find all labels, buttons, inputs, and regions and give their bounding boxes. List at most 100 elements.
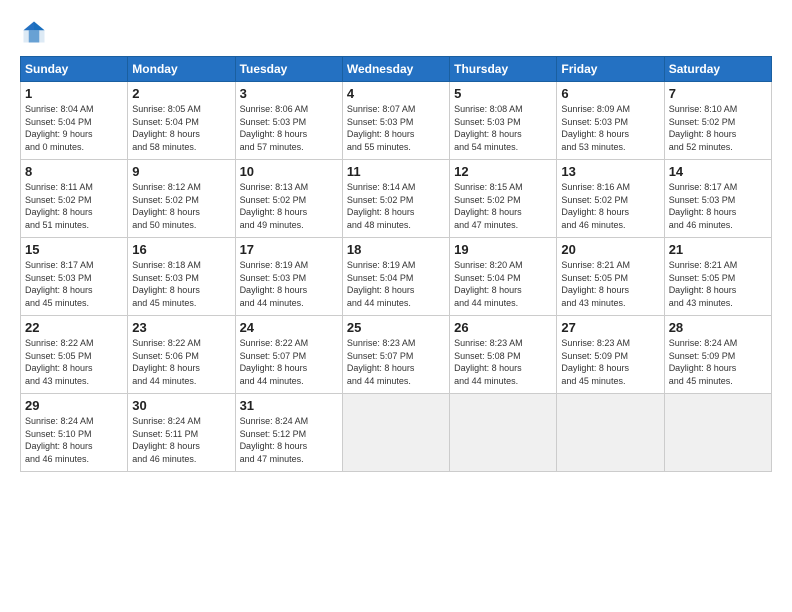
day-info: Sunrise: 8:07 AM Sunset: 5:03 PM Dayligh…	[347, 103, 445, 153]
day-info: Sunrise: 8:19 AM Sunset: 5:03 PM Dayligh…	[240, 259, 338, 309]
day-info: Sunrise: 8:24 AM Sunset: 5:09 PM Dayligh…	[669, 337, 767, 387]
day-info: Sunrise: 8:12 AM Sunset: 5:02 PM Dayligh…	[132, 181, 230, 231]
calendar-cell: 22 Sunrise: 8:22 AM Sunset: 5:05 PM Dayli…	[21, 316, 128, 394]
day-info: Sunrise: 8:22 AM Sunset: 5:05 PM Dayligh…	[25, 337, 123, 387]
calendar-cell: 23 Sunrise: 8:22 AM Sunset: 5:06 PM Dayli…	[128, 316, 235, 394]
calendar-cell: 8 Sunrise: 8:11 AM Sunset: 5:02 PM Daylig…	[21, 160, 128, 238]
day-info: Sunrise: 8:19 AM Sunset: 5:04 PM Dayligh…	[347, 259, 445, 309]
calendar-week-row: 29Sunrise: 8:24 AM Sunset: 5:10 PM Dayli…	[21, 394, 772, 472]
day-info: Sunrise: 8:05 AM Sunset: 5:04 PM Dayligh…	[132, 103, 230, 153]
day-number: 18	[347, 242, 445, 257]
calendar-cell: 18 Sunrise: 8:19 AM Sunset: 5:04 PM Dayli…	[342, 238, 449, 316]
calendar-header-row: SundayMondayTuesdayWednesdayThursdayFrid…	[21, 57, 772, 82]
day-info: Sunrise: 8:13 AM Sunset: 5:02 PM Dayligh…	[240, 181, 338, 231]
day-info: Sunrise: 8:22 AM Sunset: 5:06 PM Dayligh…	[132, 337, 230, 387]
calendar-cell: 20Sunrise: 8:21 AM Sunset: 5:05 PM Dayli…	[557, 238, 664, 316]
day-info: Sunrise: 8:17 AM Sunset: 5:03 PM Dayligh…	[25, 259, 123, 309]
day-number: 12	[454, 164, 552, 179]
day-info: Sunrise: 8:22 AM Sunset: 5:07 PM Dayligh…	[240, 337, 338, 387]
day-number: 23	[132, 320, 230, 335]
calendar-week-row: 8 Sunrise: 8:11 AM Sunset: 5:02 PM Daylig…	[21, 160, 772, 238]
calendar-week-row: 15 Sunrise: 8:17 AM Sunset: 5:03 PM Dayli…	[21, 238, 772, 316]
day-info: Sunrise: 8:04 AM Sunset: 5:04 PM Dayligh…	[25, 103, 123, 153]
calendar-table: SundayMondayTuesdayWednesdayThursdayFrid…	[20, 56, 772, 472]
day-info: Sunrise: 8:10 AM Sunset: 5:02 PM Dayligh…	[669, 103, 767, 153]
day-info: Sunrise: 8:21 AM Sunset: 5:05 PM Dayligh…	[669, 259, 767, 309]
calendar-cell: 21 Sunrise: 8:21 AM Sunset: 5:05 PM Dayli…	[664, 238, 771, 316]
day-info: Sunrise: 8:17 AM Sunset: 5:03 PM Dayligh…	[669, 181, 767, 231]
day-info: Sunrise: 8:24 AM Sunset: 5:10 PM Dayligh…	[25, 415, 123, 465]
day-info: Sunrise: 8:23 AM Sunset: 5:09 PM Dayligh…	[561, 337, 659, 387]
calendar-cell: 15 Sunrise: 8:17 AM Sunset: 5:03 PM Dayli…	[21, 238, 128, 316]
calendar-week-row: 22 Sunrise: 8:22 AM Sunset: 5:05 PM Dayli…	[21, 316, 772, 394]
day-number: 1	[25, 86, 123, 101]
day-number: 8	[25, 164, 123, 179]
day-info: Sunrise: 8:16 AM Sunset: 5:02 PM Dayligh…	[561, 181, 659, 231]
day-header-monday: Monday	[128, 57, 235, 82]
day-number: 22	[25, 320, 123, 335]
day-number: 14	[669, 164, 767, 179]
logo-icon	[20, 18, 48, 46]
calendar-page: SundayMondayTuesdayWednesdayThursdayFrid…	[0, 0, 792, 612]
calendar-week-row: 1 Sunrise: 8:04 AM Sunset: 5:04 PM Daylig…	[21, 82, 772, 160]
calendar-cell: 16 Sunrise: 8:18 AM Sunset: 5:03 PM Dayli…	[128, 238, 235, 316]
day-info: Sunrise: 8:06 AM Sunset: 5:03 PM Dayligh…	[240, 103, 338, 153]
day-number: 21	[669, 242, 767, 257]
day-number: 31	[240, 398, 338, 413]
calendar-cell: 13 Sunrise: 8:16 AM Sunset: 5:02 PM Dayli…	[557, 160, 664, 238]
calendar-cell: 29Sunrise: 8:24 AM Sunset: 5:10 PM Dayli…	[21, 394, 128, 472]
day-info: Sunrise: 8:24 AM Sunset: 5:11 PM Dayligh…	[132, 415, 230, 465]
day-info: Sunrise: 8:15 AM Sunset: 5:02 PM Dayligh…	[454, 181, 552, 231]
day-header-friday: Friday	[557, 57, 664, 82]
day-info: Sunrise: 8:09 AM Sunset: 5:03 PM Dayligh…	[561, 103, 659, 153]
day-info: Sunrise: 8:24 AM Sunset: 5:12 PM Dayligh…	[240, 415, 338, 465]
calendar-cell: 27 Sunrise: 8:23 AM Sunset: 5:09 PM Dayli…	[557, 316, 664, 394]
day-header-sunday: Sunday	[21, 57, 128, 82]
calendar-cell: 6 Sunrise: 8:09 AM Sunset: 5:03 PM Daylig…	[557, 82, 664, 160]
day-number: 9	[132, 164, 230, 179]
calendar-cell: 9 Sunrise: 8:12 AM Sunset: 5:02 PM Daylig…	[128, 160, 235, 238]
day-number: 10	[240, 164, 338, 179]
calendar-cell: 26 Sunrise: 8:23 AM Sunset: 5:08 PM Dayli…	[450, 316, 557, 394]
day-number: 13	[561, 164, 659, 179]
day-number: 11	[347, 164, 445, 179]
day-info: Sunrise: 8:14 AM Sunset: 5:02 PM Dayligh…	[347, 181, 445, 231]
day-number: 3	[240, 86, 338, 101]
day-number: 24	[240, 320, 338, 335]
header	[20, 18, 772, 46]
day-number: 7	[669, 86, 767, 101]
calendar-cell: 28 Sunrise: 8:24 AM Sunset: 5:09 PM Dayli…	[664, 316, 771, 394]
day-info: Sunrise: 8:23 AM Sunset: 5:08 PM Dayligh…	[454, 337, 552, 387]
day-number: 19	[454, 242, 552, 257]
calendar-cell: 3 Sunrise: 8:06 AM Sunset: 5:03 PM Daylig…	[235, 82, 342, 160]
day-number: 28	[669, 320, 767, 335]
day-number: 17	[240, 242, 338, 257]
day-info: Sunrise: 8:23 AM Sunset: 5:07 PM Dayligh…	[347, 337, 445, 387]
logo	[20, 18, 52, 46]
calendar-cell	[664, 394, 771, 472]
day-number: 25	[347, 320, 445, 335]
calendar-cell	[342, 394, 449, 472]
calendar-cell: 14 Sunrise: 8:17 AM Sunset: 5:03 PM Dayli…	[664, 160, 771, 238]
day-info: Sunrise: 8:20 AM Sunset: 5:04 PM Dayligh…	[454, 259, 552, 309]
day-info: Sunrise: 8:11 AM Sunset: 5:02 PM Dayligh…	[25, 181, 123, 231]
calendar-cell	[450, 394, 557, 472]
day-number: 15	[25, 242, 123, 257]
day-number: 2	[132, 86, 230, 101]
day-info: Sunrise: 8:21 AM Sunset: 5:05 PM Dayligh…	[561, 259, 659, 309]
day-number: 27	[561, 320, 659, 335]
calendar-cell	[557, 394, 664, 472]
day-info: Sunrise: 8:18 AM Sunset: 5:03 PM Dayligh…	[132, 259, 230, 309]
day-number: 26	[454, 320, 552, 335]
day-header-saturday: Saturday	[664, 57, 771, 82]
day-number: 30	[132, 398, 230, 413]
calendar-cell: 5Sunrise: 8:08 AM Sunset: 5:03 PM Daylig…	[450, 82, 557, 160]
calendar-cell: 17 Sunrise: 8:19 AM Sunset: 5:03 PM Dayli…	[235, 238, 342, 316]
calendar-cell: 30 Sunrise: 8:24 AM Sunset: 5:11 PM Dayli…	[128, 394, 235, 472]
calendar-cell: 12 Sunrise: 8:15 AM Sunset: 5:02 PM Dayli…	[450, 160, 557, 238]
day-number: 6	[561, 86, 659, 101]
day-number: 16	[132, 242, 230, 257]
calendar-cell: 11 Sunrise: 8:14 AM Sunset: 5:02 PM Dayli…	[342, 160, 449, 238]
calendar-cell: 2 Sunrise: 8:05 AM Sunset: 5:04 PM Daylig…	[128, 82, 235, 160]
day-header-tuesday: Tuesday	[235, 57, 342, 82]
